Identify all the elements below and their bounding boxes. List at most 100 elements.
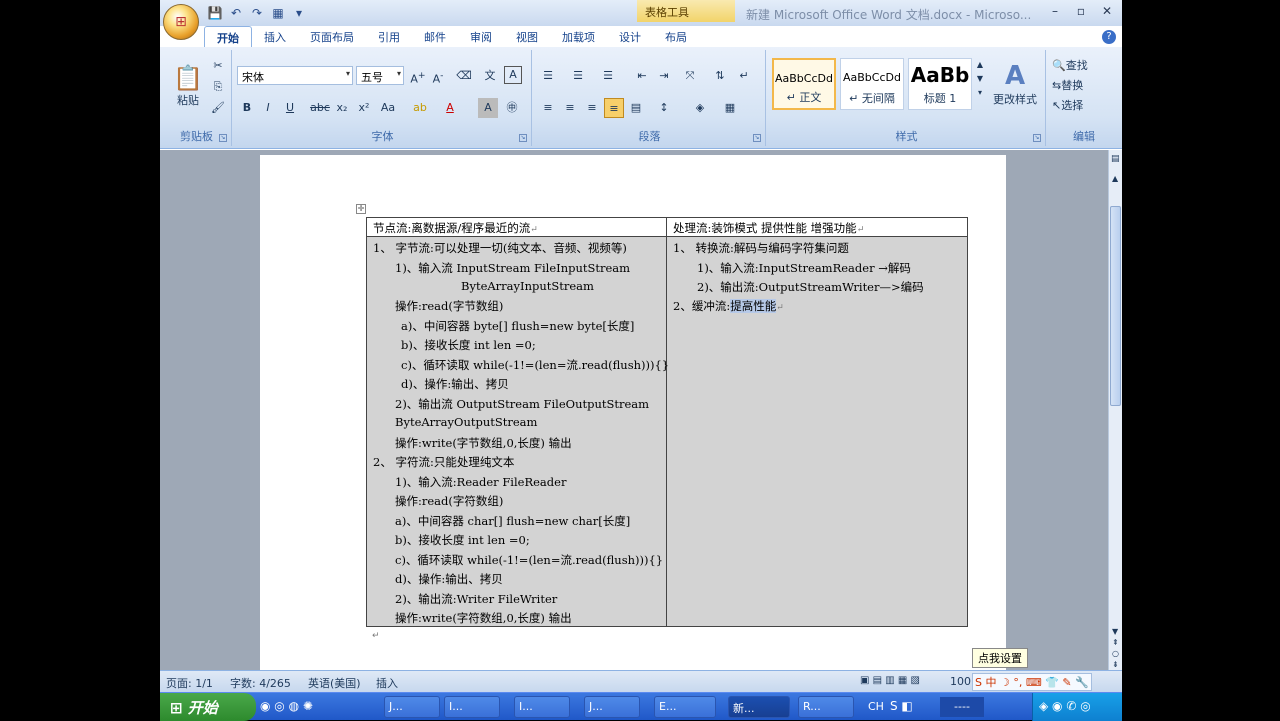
tab-mailings[interactable]: 邮件 [412, 26, 458, 48]
find-button[interactable]: 🔍 查找 [1052, 56, 1088, 74]
redo-icon[interactable]: ↷ [248, 5, 266, 21]
underline-icon[interactable]: U [280, 98, 300, 118]
paragraph-launcher-icon[interactable]: ↘ [753, 134, 761, 142]
tab-insert[interactable]: 插入 [252, 26, 298, 48]
taskbar-item-word[interactable]: 新... [728, 696, 790, 718]
align-center-icon[interactable]: ≡ [560, 98, 580, 118]
superscript-icon[interactable]: x² [354, 98, 374, 118]
ime-toolbar-icon[interactable]: S 中 ☽ °, ⌨ 👕 ✎ 🔧 [972, 673, 1092, 691]
borders-icon[interactable]: ▦ [720, 98, 740, 118]
clipboard-launcher-icon[interactable]: ↘ [219, 134, 227, 142]
tab-view[interactable]: 视图 [504, 26, 550, 48]
taskbar-item-ie[interactable]: I... [444, 696, 500, 718]
increase-indent-icon[interactable]: ⇥ [654, 66, 674, 86]
scroll-down-icon[interactable]: ▼ ⇞ ○ ⇟ [1112, 626, 1119, 670]
status-words[interactable]: 字数: 4/265 [230, 675, 291, 691]
sort-icon[interactable]: ⇅ [710, 66, 730, 86]
justify-icon[interactable]: ≡ [604, 98, 624, 118]
taskbar-item-editor[interactable]: E... [654, 696, 716, 718]
tray-icons[interactable]: ◈ ◉ ✆ ◎ [1039, 699, 1091, 713]
chinese-layout-icon[interactable]: ⤧ [680, 66, 700, 86]
copy-icon[interactable]: ⎘ [208, 77, 228, 97]
multilevel-list-icon[interactable]: ☰ [598, 66, 618, 86]
tab-home[interactable]: 开始 [204, 26, 252, 48]
numbering-icon[interactable]: ☰ [568, 66, 588, 86]
taskbar-item-java[interactable]: J... [384, 696, 440, 718]
align-left-icon[interactable]: ≡ [538, 98, 558, 118]
vertical-scrollbar[interactable]: ▤ ▲ ▼ ⇞ ○ ⇟ [1108, 150, 1122, 670]
undo-icon[interactable]: ↶ [227, 5, 245, 21]
office-button[interactable]: ⊞ [163, 4, 199, 40]
bullets-icon[interactable]: ☰ [538, 66, 558, 86]
shading-icon[interactable]: ◈ [690, 98, 710, 118]
clear-format-icon[interactable]: ⌫ [454, 66, 474, 86]
style-heading-1[interactable]: AaBb 标题 1 [908, 58, 972, 110]
status-zoom[interactable]: 100 [950, 675, 971, 688]
scroll-up-icon[interactable]: ▲ [1112, 174, 1118, 183]
tab-references[interactable]: 引用 [366, 26, 412, 48]
taskbar-item-app[interactable]: I... [514, 696, 570, 718]
close-button[interactable]: ✕ [1098, 3, 1116, 19]
show-marks-icon[interactable]: ↵ [734, 66, 754, 86]
change-case-icon[interactable]: Aa [378, 98, 398, 118]
customize-qat-icon[interactable]: ▾ [290, 5, 308, 21]
grow-font-icon[interactable]: A+ [408, 66, 428, 86]
status-page[interactable]: 页面: 1/1 [166, 675, 213, 691]
tab-review[interactable]: 审阅 [458, 26, 504, 48]
shrink-font-icon[interactable]: A- [428, 66, 448, 86]
clipboard-group: 📋 粘贴 ✂ ⎘ 🖌 剪贴板 ↘ [162, 50, 232, 146]
align-right-icon[interactable]: ≡ [582, 98, 602, 118]
highlight-icon[interactable]: ab [410, 98, 430, 118]
char-shading-icon[interactable]: A [478, 98, 498, 118]
format-painter-icon[interactable]: 🖌 [208, 98, 228, 118]
taskbar-clock-area[interactable]: ---- [940, 697, 984, 717]
ruler-toggle-icon[interactable]: ▤ [1111, 154, 1120, 164]
content-table[interactable]: 节点流:离数据源/程序最近的流↵ 处理流:装饰模式 提供性能 增强功能↵ 1、 … [366, 217, 968, 627]
table-quick-icon[interactable]: ▦ [269, 5, 287, 21]
taskbar-item-java2[interactable]: J... [584, 696, 640, 718]
styles-scroll-icon[interactable]: ▲ ▼ ▾ [974, 58, 986, 110]
change-styles-button[interactable]: A 更改样式 [988, 56, 1042, 112]
style-normal[interactable]: AaBbCcDd ↵ 正文 [772, 58, 836, 110]
help-icon[interactable]: ? [1102, 30, 1116, 44]
selected-text[interactable]: 提高性能 [730, 299, 777, 313]
italic-icon[interactable]: I [258, 98, 278, 118]
decrease-indent-icon[interactable]: ⇤ [632, 66, 652, 86]
tray-app-icons[interactable]: S ◧ [890, 699, 913, 713]
status-insert-mode[interactable]: 插入 [376, 675, 398, 691]
document-page[interactable]: ✛ 节点流:离数据源/程序最近的流↵ 处理流:装饰模式 提供性能 增强功能↵ 1… [260, 155, 1006, 675]
tab-page-layout[interactable]: 页面布局 [298, 26, 366, 48]
tab-addins[interactable]: 加载项 [550, 26, 607, 48]
strikethrough-icon[interactable]: abc [310, 98, 330, 118]
replace-button[interactable]: ⇆ 替换 [1052, 76, 1083, 94]
view-buttons-icon[interactable]: ▣ ▤ ▥ ▦ ▧ [860, 675, 920, 686]
cut-icon[interactable]: ✂ [208, 56, 228, 76]
phonetic-guide-icon[interactable]: 文 [480, 66, 500, 86]
quick-launch-icons[interactable]: ◉ ◎ ◍ ✺ [260, 699, 313, 713]
ime-indicator[interactable]: CH [868, 700, 884, 713]
enclose-char-icon[interactable]: ㊥ [502, 98, 522, 118]
bold-icon[interactable]: B [237, 98, 257, 118]
tab-design[interactable]: 设计 [607, 26, 653, 48]
save-icon[interactable]: 💾 [206, 5, 224, 21]
distribute-icon[interactable]: ▤ [626, 98, 646, 118]
font-size-combo[interactable]: 五号 ▾ [356, 66, 404, 85]
font-color-icon[interactable]: A [440, 98, 460, 118]
font-launcher-icon[interactable]: ↘ [519, 134, 527, 142]
char-border-icon[interactable]: A [504, 66, 522, 84]
tab-layout[interactable]: 布局 [653, 26, 699, 48]
status-language[interactable]: 英语(美国) [308, 675, 361, 691]
select-button[interactable]: ↖ 选择 [1052, 96, 1083, 114]
style-no-spacing[interactable]: AaBbCcDd ↵ 无间隔 [840, 58, 904, 110]
restore-button[interactable]: ▫ [1072, 3, 1090, 19]
paste-button[interactable]: 📋 粘贴 [170, 56, 206, 116]
styles-launcher-icon[interactable]: ↘ [1033, 134, 1041, 142]
table-move-handle-icon[interactable]: ✛ [356, 204, 366, 214]
scroll-thumb[interactable] [1110, 206, 1121, 406]
minimize-button[interactable]: – [1046, 3, 1064, 19]
font-name-combo[interactable]: 宋体 ▾ [237, 66, 353, 85]
line-spacing-icon[interactable]: ↕ [654, 98, 674, 118]
taskbar-item-r[interactable]: R... [798, 696, 854, 718]
subscript-icon[interactable]: x₂ [332, 98, 352, 118]
start-button[interactable]: ⊞ 开始 [160, 693, 256, 721]
